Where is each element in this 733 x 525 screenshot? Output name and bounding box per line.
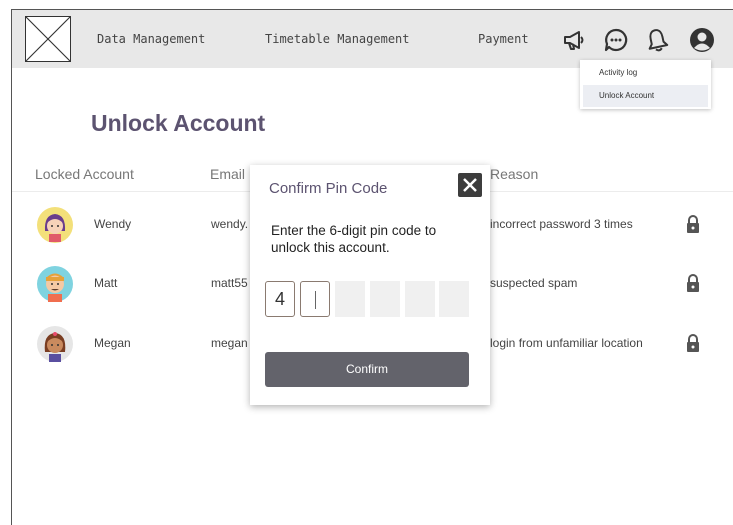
row-email: matt55 (211, 276, 248, 290)
row-reason: incorrect password 3 times (490, 217, 633, 231)
bell-icon[interactable] (644, 27, 670, 53)
row-name: Matt (94, 276, 118, 290)
lock-icon[interactable] (686, 215, 700, 233)
nav-timetable-management[interactable]: Timetable Management (265, 32, 410, 46)
pin-digit-6[interactable] (439, 281, 469, 317)
logo-placeholder[interactable] (25, 16, 71, 62)
pin-code-input: 4 (265, 281, 470, 317)
confirm-button[interactable]: Confirm (265, 352, 469, 387)
megaphone-icon[interactable] (561, 27, 587, 53)
chat-icon[interactable] (603, 27, 629, 53)
nav-payment[interactable]: Payment (478, 32, 529, 46)
app-frame: Data Management Timetable Management Pay… (11, 9, 733, 525)
pin-digit-3[interactable] (335, 281, 365, 317)
girl-avatar-2 (37, 326, 73, 362)
lock-icon[interactable] (686, 334, 700, 352)
row-name: Megan (94, 336, 131, 350)
girl-avatar (37, 207, 73, 243)
close-icon (463, 178, 477, 192)
menu-item-unlock-account[interactable]: Unlock Account (583, 85, 708, 107)
row-email: megan (211, 336, 248, 350)
pin-digit-1[interactable]: 4 (265, 281, 295, 317)
user-icon[interactable] (689, 27, 715, 53)
account-dropdown-menu: Activity log Unlock Account (580, 60, 711, 109)
close-button[interactable] (458, 173, 482, 197)
pin-digit-4[interactable] (370, 281, 400, 317)
row-reason: suspected spam (490, 276, 578, 290)
page-title: Unlock Account (91, 110, 266, 136)
header-reason: Reason (490, 166, 539, 182)
row-name: Wendy (94, 217, 132, 231)
lock-icon[interactable] (686, 274, 700, 292)
row-email: wendy. (211, 217, 249, 231)
menu-item-activity-log[interactable]: Activity log (580, 62, 711, 84)
header-locked-account: Locked Account (35, 166, 134, 182)
boy-avatar (37, 266, 73, 302)
pin-digit-5[interactable] (405, 281, 435, 317)
text-cursor (315, 291, 316, 309)
logo-icon (26, 17, 70, 61)
nav-data-management[interactable]: Data Management (97, 32, 205, 46)
pin-digit-2[interactable] (300, 281, 330, 317)
header-email: Email (210, 166, 246, 182)
dialog-message: Enter the 6-digit pin code to unlock thi… (271, 223, 437, 255)
row-reason: login from unfamiliar location (490, 336, 643, 350)
dialog-title: Confirm Pin Code (269, 180, 388, 197)
confirm-pin-dialog: Confirm Pin Code Enter the 6-digit pin c… (250, 165, 490, 405)
